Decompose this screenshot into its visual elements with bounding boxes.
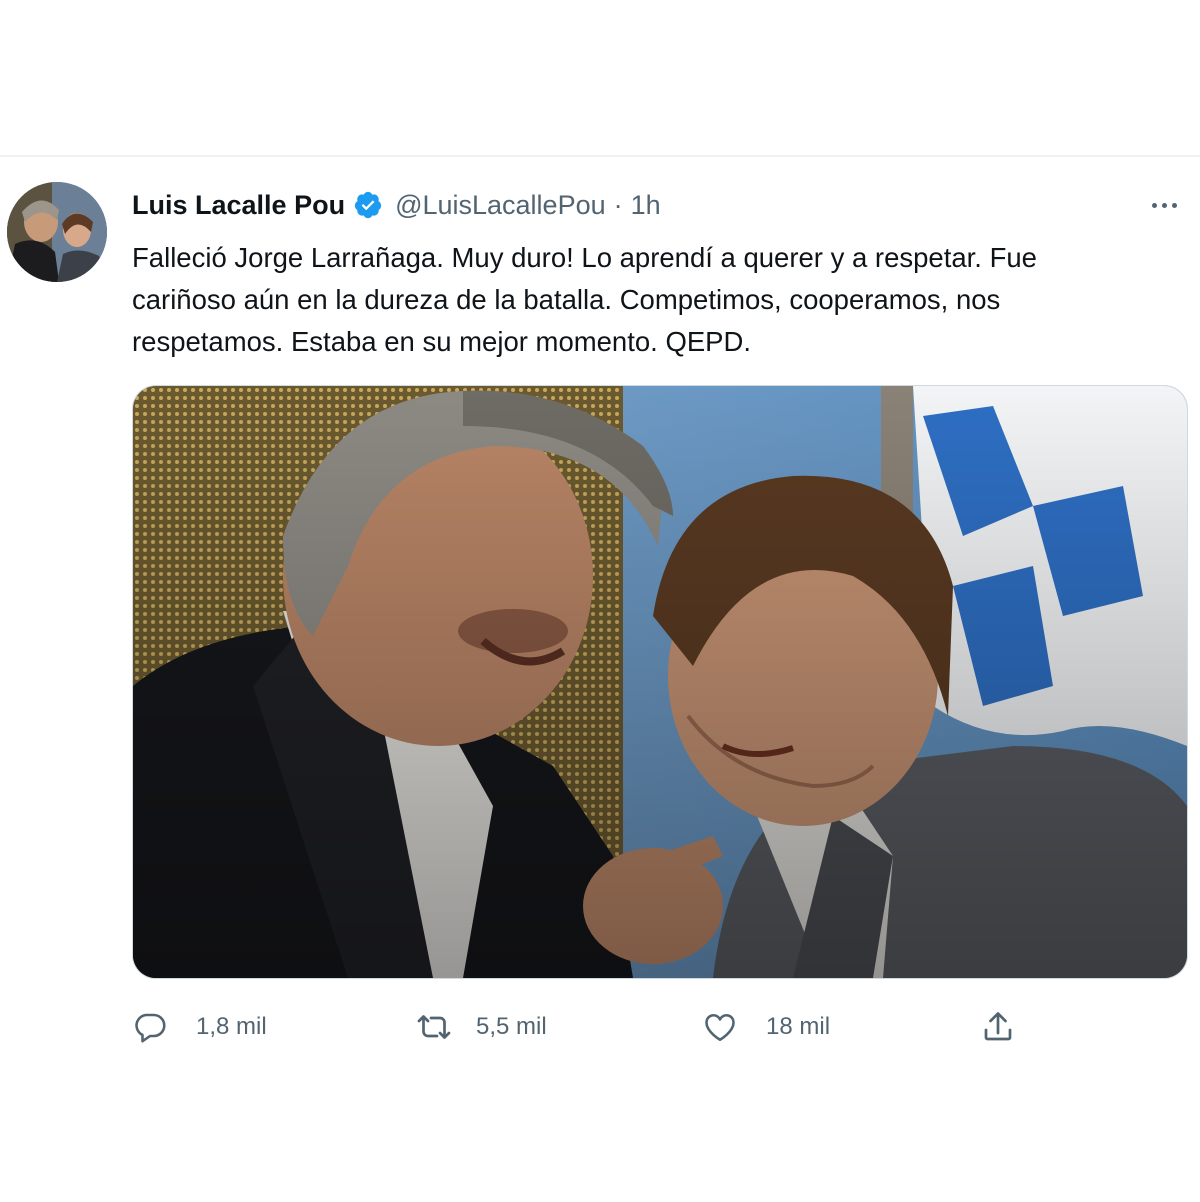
- reply-count: 1,8 mil: [196, 1013, 267, 1040]
- retweet-count: 5,5 mil: [476, 1013, 547, 1040]
- more-options-icon[interactable]: [1144, 187, 1184, 223]
- author-name[interactable]: Luis Lacalle Pou: [132, 190, 345, 221]
- author-avatar[interactable]: [7, 182, 107, 282]
- reply-button[interactable]: 1,8 mil: [132, 1005, 267, 1049]
- author-handle[interactable]: @LuisLacallePou: [395, 190, 606, 221]
- tweet-photo[interactable]: [132, 385, 1188, 979]
- like-count: 18 mil: [766, 1013, 831, 1040]
- share-icon: [980, 1009, 1016, 1045]
- tweet-text-line: cariñoso aún en la dureza de la batalla.…: [132, 284, 1001, 315]
- verified-badge-icon: [353, 190, 383, 220]
- tweet-card[interactable]: Luis Lacalle Pou @LuisLacallePou · 1h Fa…: [0, 155, 1200, 1202]
- tweet-text-line: respetamos. Estaba en su mejor momento. …: [132, 326, 752, 357]
- retweet-icon: [414, 1009, 454, 1045]
- tweet-text-line: Falleció Jorge Larrañaga. Muy duro! Lo a…: [132, 242, 1037, 273]
- like-button[interactable]: 18 mil: [702, 1005, 830, 1049]
- tweet-header: Luis Lacalle Pou @LuisLacallePou · 1h: [132, 187, 661, 223]
- header-separator: ·: [613, 189, 623, 220]
- share-button[interactable]: [980, 1005, 1016, 1049]
- heart-icon: [702, 1009, 738, 1045]
- tweet-text: Falleció Jorge Larrañaga. Muy duro! Lo a…: [132, 237, 1152, 363]
- retweet-button[interactable]: 5,5 mil: [414, 1005, 547, 1049]
- tweet-actions: 1,8 mil 5,5 mil 18 mil: [132, 1005, 1032, 1049]
- tweet-timestamp[interactable]: 1h: [631, 190, 661, 221]
- reply-icon: [132, 1009, 168, 1045]
